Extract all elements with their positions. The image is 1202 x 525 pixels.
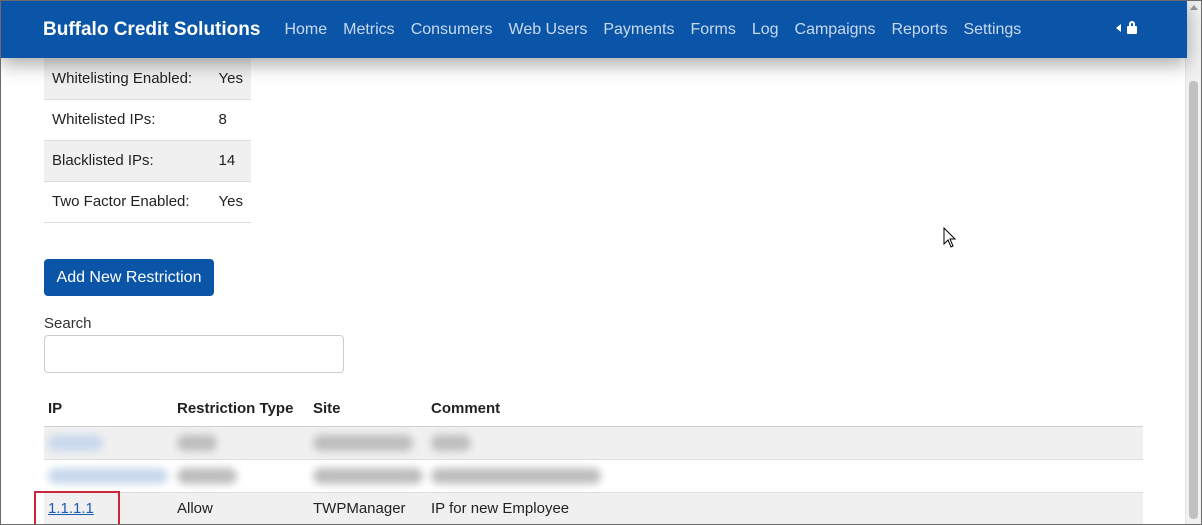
column-header-site[interactable]: Site xyxy=(309,392,427,427)
stats-row: Two Factor Enabled: Yes xyxy=(44,181,251,223)
scrollbar-thumb[interactable] xyxy=(1189,81,1198,519)
stat-value: 8 xyxy=(210,99,251,141)
user-menu-toggle[interactable] xyxy=(1116,21,1137,34)
table-row-redacted[interactable] xyxy=(44,459,1143,493)
column-header-comment[interactable]: Comment xyxy=(427,392,1143,427)
mouse-pointer-icon xyxy=(943,227,957,248)
restriction-stats-table: Whitelisting Enabled: Yes Whitelisted IP… xyxy=(44,58,251,223)
nav-forms[interactable]: Forms xyxy=(690,21,735,39)
redacted-cell xyxy=(309,426,427,460)
nav-log[interactable]: Log xyxy=(752,21,779,39)
stat-value: Yes xyxy=(210,181,251,223)
nav-metrics[interactable]: Metrics xyxy=(343,21,395,39)
nav-settings[interactable]: Settings xyxy=(963,21,1021,39)
site-cell: TWPManager xyxy=(309,492,427,524)
caret-left-icon xyxy=(1116,23,1121,32)
nav-campaigns[interactable]: Campaigns xyxy=(795,21,876,39)
redacted-cell xyxy=(309,459,427,493)
stat-label: Whitelisted IPs: xyxy=(44,99,211,141)
table-row-redacted[interactable] xyxy=(44,426,1143,460)
stat-label: Blacklisted IPs: xyxy=(44,140,211,182)
nav-home[interactable]: Home xyxy=(284,21,327,39)
search-label: Search xyxy=(44,315,92,332)
stats-row: Blacklisted IPs: 14 xyxy=(44,140,251,182)
restrictions-table: IP Restriction Type Site Comment 1.1.1.1… xyxy=(44,392,1143,524)
restriction-type-cell: Allow xyxy=(173,492,309,524)
browser-viewport: Buffalo Credit Solutions Home Metrics Co… xyxy=(0,0,1202,525)
stat-value: Yes xyxy=(210,58,251,100)
scroll-up-arrow-icon[interactable] xyxy=(1190,5,1198,10)
nav-web-users[interactable]: Web Users xyxy=(509,21,588,39)
ip-cell: 1.1.1.1 xyxy=(44,492,173,524)
nav-payments[interactable]: Payments xyxy=(603,21,674,39)
stats-row: Whitelisting Enabled: Yes xyxy=(44,58,251,100)
nav-reports[interactable]: Reports xyxy=(891,21,947,39)
redacted-cell xyxy=(44,459,173,493)
table-row[interactable]: 1.1.1.1 Allow TWPManager IP for new Empl… xyxy=(44,492,1143,524)
redacted-cell xyxy=(427,459,1143,493)
redacted-cell xyxy=(427,426,1143,460)
table-header-row: IP Restriction Type Site Comment xyxy=(44,392,1143,427)
top-navbar: Buffalo Credit Solutions Home Metrics Co… xyxy=(1,1,1187,58)
brand-title[interactable]: Buffalo Credit Solutions xyxy=(43,19,260,41)
search-input[interactable] xyxy=(44,335,344,373)
column-header-ip[interactable]: IP xyxy=(44,392,173,427)
stats-row: Whitelisted IPs: 8 xyxy=(44,99,251,141)
column-header-restriction-type[interactable]: Restriction Type xyxy=(173,392,309,427)
nav-consumers[interactable]: Consumers xyxy=(411,21,493,39)
nav-links: Home Metrics Consumers Web Users Payment… xyxy=(276,21,1029,39)
lock-icon xyxy=(1127,21,1137,34)
redacted-cell xyxy=(173,459,309,493)
vertical-scrollbar[interactable] xyxy=(1185,1,1201,524)
comment-cell: IP for new Employee xyxy=(427,492,1143,524)
ip-link[interactable]: 1.1.1.1 xyxy=(48,500,94,517)
main-content: Whitelisting Enabled: Yes Whitelisted IP… xyxy=(44,58,1144,524)
stat-label: Whitelisting Enabled: xyxy=(44,58,211,100)
redacted-cell xyxy=(173,426,309,460)
stat-label: Two Factor Enabled: xyxy=(44,181,211,223)
add-new-restriction-button[interactable]: Add New Restriction xyxy=(44,259,214,296)
stat-value: 14 xyxy=(210,140,251,182)
redacted-cell xyxy=(44,426,173,460)
